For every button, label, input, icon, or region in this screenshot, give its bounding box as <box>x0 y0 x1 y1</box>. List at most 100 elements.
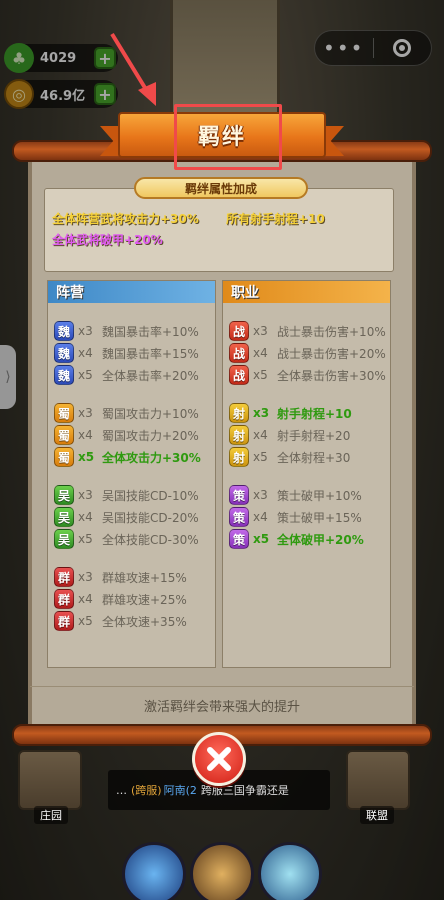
job-effect: 策士破甲+15% <box>277 510 362 525</box>
job-effect: 策士破甲+10% <box>277 488 362 503</box>
camp-badge: 蜀 <box>54 447 74 467</box>
job-badge: 射 <box>229 447 249 467</box>
camp-row: 吴 x3 吴国技能CD-10% <box>54 485 199 505</box>
job-badge: 战 <box>229 321 249 341</box>
camp-count: x4 <box>78 592 93 606</box>
job-count: x3 <box>253 324 268 338</box>
job-row: 战 x4 战士暴击伤害+20% <box>229 343 386 363</box>
camp-badge: 魏 <box>54 343 74 363</box>
job-badge: 策 <box>229 507 249 527</box>
job-count: x3 <box>253 488 268 502</box>
bonus-line-camp-attack: 全体阵营武将攻击力+30% <box>52 212 199 226</box>
chat-tag: (跨服) <box>131 784 162 797</box>
camp-badge: 吴 <box>54 529 74 549</box>
red-arrow-icon <box>110 32 156 106</box>
camp-count: x3 <box>78 406 93 420</box>
bonus-header: 羁绊属性加成 <box>134 177 308 199</box>
camp-effect: 全体暴击率+20% <box>102 368 199 383</box>
camp-effect: 魏国暴击率+15% <box>102 346 199 361</box>
job-effect: 战士暴击伤害+20% <box>277 346 386 361</box>
camp-badge: 群 <box>54 611 74 631</box>
camp-row: 蜀 x3 蜀国攻击力+10% <box>54 403 199 423</box>
bonus-line-archer-range: 所有射手射程+10 <box>226 212 325 226</box>
job-count: x5 <box>253 450 268 464</box>
camp-effect: 蜀国攻击力+10% <box>102 406 199 421</box>
job-badge: 战 <box>229 343 249 363</box>
camp-count: x4 <box>78 428 93 442</box>
manor-label: 庄园 <box>34 806 68 824</box>
job-badge: 射 <box>229 403 249 423</box>
job-badge: 策 <box>229 485 249 505</box>
alliance-building[interactable] <box>346 750 410 810</box>
camp-effect: 吴国技能CD-20% <box>102 510 199 525</box>
camp-badge: 吴 <box>54 485 74 505</box>
camp-effect: 魏国暴击率+10% <box>102 324 199 339</box>
camp-badge: 蜀 <box>54 403 74 423</box>
camp-effect: 全体攻击力+30% <box>102 450 201 465</box>
job-count: x4 <box>253 428 268 442</box>
camp-effect: 全体攻速+35% <box>102 614 187 629</box>
camp-badge: 蜀 <box>54 425 74 445</box>
job-column: 职业 战 x3 战士暴击伤害+10% 战 x4 战士暴击伤害+20% 战 x5 全体暴击伤害+3… <box>222 280 391 668</box>
camp-badge: 群 <box>54 589 74 609</box>
manor-building[interactable] <box>18 750 82 810</box>
chat-sender: 阿南(2 <box>163 784 197 797</box>
camp-effect: 蜀国攻击力+20% <box>102 428 199 443</box>
job-count: x5 <box>253 532 270 546</box>
close-icon <box>207 747 231 771</box>
job-effect: 全体射程+30 <box>277 450 351 465</box>
camp-row: 吴 x5 全体技能CD-30% <box>54 529 199 549</box>
camp-column: 阵营 魏 x3 魏国暴击率+10% 魏 x4 魏国暴击率+15% 魏 x5 全体暴击率+20% 蜀… <box>47 280 216 668</box>
camp-count: x5 <box>78 614 93 628</box>
job-badge: 策 <box>229 529 249 549</box>
skill-orb-left[interactable] <box>122 842 186 900</box>
camp-row: 蜀 x5 全体攻击力+30% <box>54 447 201 467</box>
job-effect: 射手射程+10 <box>277 406 352 421</box>
camp-badge: 群 <box>54 567 74 587</box>
camp-badge: 魏 <box>54 321 74 341</box>
camp-count: x3 <box>78 324 93 338</box>
chat-bubble-icon: … <box>116 783 127 797</box>
camp-header: 阵营 <box>48 281 215 303</box>
job-row: 战 x3 战士暴击伤害+10% <box>229 321 386 341</box>
camp-count: x5 <box>78 532 93 546</box>
job-row: 射 x3 射手射程+10 <box>229 403 352 423</box>
job-row: 射 x4 射手射程+20 <box>229 425 350 445</box>
camp-count: x4 <box>78 346 93 360</box>
camp-row: 魏 x3 魏国暴击率+10% <box>54 321 199 341</box>
close-button[interactable] <box>192 732 246 786</box>
camp-effect: 全体技能CD-30% <box>102 532 199 547</box>
job-effect: 全体暴击伤害+30% <box>277 368 386 383</box>
job-count: x5 <box>253 368 268 382</box>
camp-count: x5 <box>78 368 93 382</box>
camp-count: x3 <box>78 570 93 584</box>
title-highlight-box <box>174 104 282 170</box>
camp-row: 蜀 x4 蜀国攻击力+20% <box>54 425 199 445</box>
camp-row: 魏 x4 魏国暴击率+15% <box>54 343 199 363</box>
camp-effect: 吴国技能CD-10% <box>102 488 199 503</box>
job-effect: 战士暴击伤害+10% <box>277 324 386 339</box>
camp-effect: 群雄攻速+15% <box>102 570 187 585</box>
camp-row: 群 x3 群雄攻速+15% <box>54 567 187 587</box>
camp-row: 吴 x4 吴国技能CD-20% <box>54 507 199 527</box>
camp-badge: 吴 <box>54 507 74 527</box>
bonus-line-armor-break: 全体武将破甲+20% <box>52 233 163 247</box>
job-row: 策 x3 策士破甲+10% <box>229 485 362 505</box>
bonus-summary-box <box>44 188 394 272</box>
skill-orb-center[interactable] <box>190 842 254 900</box>
camp-effect: 群雄攻速+25% <box>102 592 187 607</box>
job-row: 射 x5 全体射程+30 <box>229 447 350 467</box>
job-row: 策 x4 策士破甲+15% <box>229 507 362 527</box>
camp-count: x5 <box>78 450 95 464</box>
job-badge: 射 <box>229 425 249 445</box>
job-effect: 全体破甲+20% <box>277 532 364 547</box>
job-effect: 射手射程+20 <box>277 428 351 443</box>
job-row: 策 x5 全体破甲+20% <box>229 529 364 549</box>
job-count: x3 <box>253 406 270 420</box>
job-header: 职业 <box>223 281 390 303</box>
job-count: x4 <box>253 510 268 524</box>
skill-orb-right[interactable] <box>258 842 322 900</box>
camp-count: x3 <box>78 488 93 502</box>
alliance-label: 联盟 <box>360 806 394 824</box>
camp-row: 群 x4 群雄攻速+25% <box>54 589 187 609</box>
